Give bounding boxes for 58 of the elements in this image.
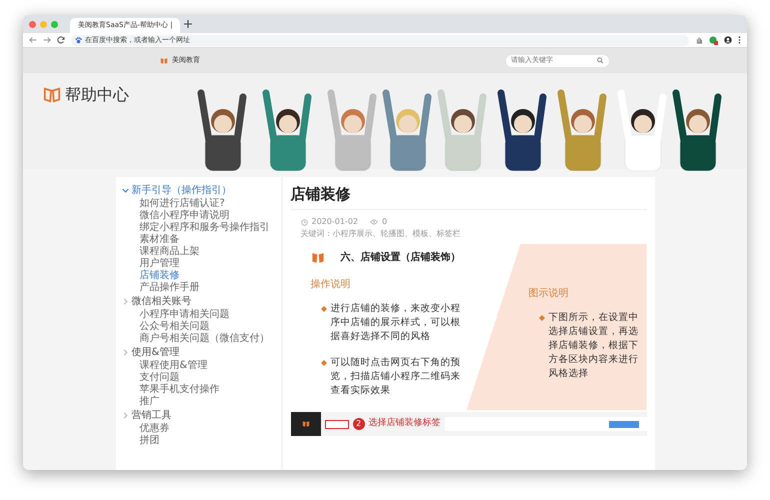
sidebar-item[interactable]: 用户管理 [122,258,280,270]
close-icon[interactable] [29,20,36,28]
publish-date: 2020-01-02 [312,216,358,228]
paw-icon [75,36,82,44]
sidebar-group[interactable]: 使用&管理 [122,345,280,360]
logo-icon [43,86,61,104]
sidebar-item[interactable]: 产品操作手册 [122,282,280,294]
callout-text: 选择店铺装修标签 [368,417,440,430]
keywords-text: 关键词：小程序展示、轮播图、模板、标签栏 [300,228,462,240]
section-title: 六、店铺设置（店铺装饰） [340,250,460,265]
sidebar-item[interactable]: 绑定小程序和服务号操作指引 [122,222,280,234]
bullet-text: 可以随时点击网页右下角的预览，扫描店铺小程序二维码来查看实际效果 [330,356,460,398]
forward-arrow-icon[interactable] [43,36,51,44]
logo-icon [302,420,310,428]
column-heading: 图示说明 [528,287,570,301]
sidebar-item[interactable]: 课程使用&管理 [122,360,280,372]
bullet-text: 进行店铺的装修，来改变小程序中店铺的展示样式，可以根据喜好选择不同的风格 [330,302,460,344]
sidebar-item[interactable]: 苹果手机支付操作 [122,384,280,396]
sidebar-item[interactable]: 小程序申请相关问题 [122,309,280,321]
chevron-icon [122,187,128,194]
sidebar-item[interactable]: 商户号相关问题（微信支付） [122,333,280,345]
sidebar-item[interactable]: 素材准备 [122,234,280,246]
sidebar-item[interactable]: 课程商品上架 [122,246,280,258]
bullet-text: 下图所示，在设置中选择店铺设置，再选择店铺装修，根据下方各区块内容来进行风格选择 [548,311,638,381]
profile-icon[interactable] [724,36,732,44]
column-heading: 操作说明 [310,278,352,292]
sidebar-item[interactable]: 店铺装修 [122,270,280,282]
chevron-icon [122,298,128,305]
sidebar-item[interactable]: 公众号相关问题 [122,321,280,333]
menu-icon[interactable] [738,36,741,44]
logo-icon [310,250,324,264]
eye-icon [370,219,378,225]
back-arrow-icon[interactable] [29,36,37,44]
chevron-icon [122,412,128,419]
sidebar-group[interactable]: 营销工具 [122,408,280,423]
search-icon[interactable] [597,57,604,64]
sidebar-item[interactable]: 拼团 [122,435,280,447]
sidebar-group[interactable]: 新手引导（操作指引） [122,183,280,198]
reload-icon[interactable] [57,36,65,44]
sidebar-item[interactable]: 支付问题 [122,372,280,384]
step-number: 2 [352,418,364,430]
diamond-bullet-icon [538,315,544,321]
sidebar-item[interactable]: 优惠券 [122,423,280,435]
sidebar-item[interactable]: 如何进行店铺认证? [122,198,280,210]
logo-icon [160,56,168,64]
chevron-icon [122,349,128,356]
sidebar-item[interactable]: 推广 [122,396,280,408]
diamond-bullet-icon [320,306,326,312]
button-block [608,420,638,428]
hero-title: 帮助中心 [65,84,129,106]
diamond-bullet-icon [320,360,326,366]
sidebar-group[interactable]: 微信相关账号 [122,294,280,309]
view-count: 0 [382,216,388,228]
extension-icon[interactable] [709,36,718,44]
sidebar-item[interactable]: 微信小程序申请说明 [122,210,280,222]
clock-icon [300,218,308,226]
plus-icon[interactable] [184,20,192,28]
article-title: 店铺装修 [290,185,646,210]
